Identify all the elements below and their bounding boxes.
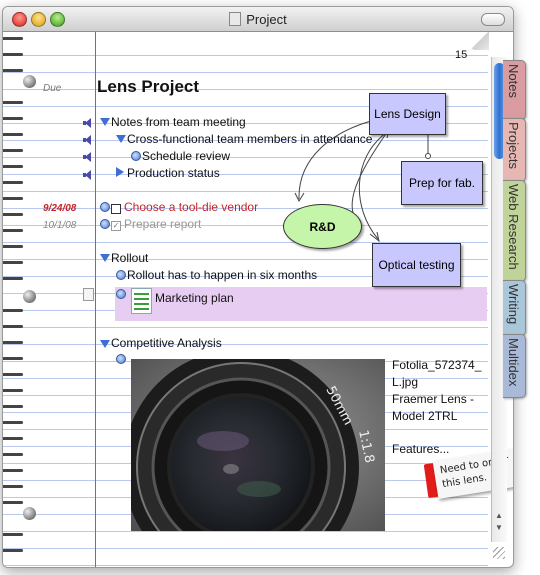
diagram-node-rd[interactable]: R&D	[283, 204, 362, 249]
diagram-node-optical-testing[interactable]: Optical testing	[372, 243, 461, 287]
resize-grip-icon[interactable]	[493, 547, 505, 559]
diagram-node-lens-design[interactable]: Lens Design	[369, 93, 446, 135]
app-window: Project 15 Due Lens Project Notes from t…	[2, 6, 514, 568]
diagram-connectors	[294, 120, 431, 243]
diagram-node-prep[interactable]: Prep for fab.	[401, 161, 483, 205]
scroll-up-arrow-icon[interactable]: ▲	[495, 511, 503, 520]
tab-multidex[interactable]: Multidex	[503, 334, 526, 398]
scroll-down-arrow-icon[interactable]: ▼	[495, 523, 503, 532]
tab-notes[interactable]: Notes	[503, 60, 526, 120]
tab-projects[interactable]: Projects	[503, 118, 526, 182]
tab-writing[interactable]: Writing	[503, 280, 526, 336]
tab-web-research[interactable]: Web Research	[503, 180, 526, 282]
